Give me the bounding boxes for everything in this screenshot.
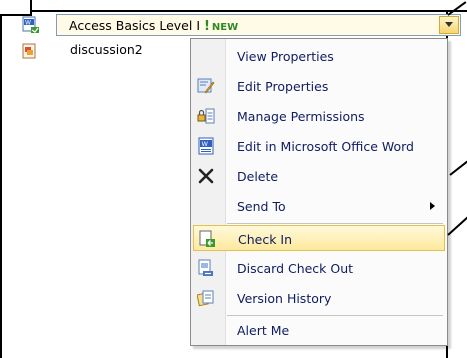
list-item[interactable]: W Access Basics Level I ! NEW	[14, 12, 464, 39]
frame-border-left	[0, 0, 2, 358]
list-item[interactable]: discussion2	[14, 40, 214, 60]
menu-item-version-history[interactable]: Version History	[193, 285, 445, 311]
menu-item-label: Send To	[237, 199, 286, 214]
menu-item-delete[interactable]: Delete	[193, 163, 445, 189]
menu-item-label: Alert Me	[237, 323, 290, 338]
word-icon: W	[198, 137, 214, 155]
new-badge: NEW	[211, 22, 239, 33]
menu-item-view-properties[interactable]: View Properties	[193, 43, 445, 69]
menu-separator	[227, 223, 443, 224]
discussion-item-icon	[22, 43, 36, 59]
menu-item-label: Version History	[237, 291, 332, 306]
title-field[interactable]: Access Basics Level I ! NEW	[56, 14, 461, 36]
screenshot-frame: W Access Basics Level I ! NEW discussion2…	[0, 0, 467, 358]
version-history-icon	[197, 290, 214, 307]
menu-item-edit-in-word[interactable]: W Edit in Microsoft Office Word	[193, 133, 445, 159]
menu-item-label: Check In	[238, 232, 293, 247]
menu-item-label: Edit in Microsoft Office Word	[237, 139, 414, 154]
svg-text:W: W	[25, 20, 31, 27]
document-title-label: Access Basics Level I	[69, 18, 200, 33]
chevron-down-icon	[445, 22, 453, 27]
word-document-checked-out-icon: W	[22, 16, 39, 33]
item-context-menu: View Properties Edit Properties Manage P…	[190, 38, 448, 346]
new-exclamation-icon: !	[203, 19, 210, 34]
check-in-icon	[199, 230, 215, 247]
callout-line	[447, 214, 467, 236]
menu-item-send-to[interactable]: Send To	[193, 193, 445, 219]
chevron-right-icon	[430, 202, 435, 210]
manage-permissions-icon	[197, 108, 215, 124]
menu-item-label: Manage Permissions	[237, 109, 365, 124]
edit-properties-icon	[197, 78, 215, 94]
menu-item-edit-properties[interactable]: Edit Properties	[193, 73, 445, 99]
menu-item-label: Discard Check Out	[237, 261, 354, 276]
menu-separator	[227, 315, 443, 316]
menu-item-manage-permissions[interactable]: Manage Permissions	[193, 103, 445, 129]
menu-item-label: Edit Properties	[237, 79, 329, 94]
callout-line	[449, 160, 467, 176]
discard-check-out-icon	[198, 259, 213, 276]
menu-item-discard-check-out[interactable]: Discard Check Out	[193, 255, 445, 281]
menu-item-alert-me[interactable]: Alert Me	[193, 317, 445, 343]
menu-item-label: Delete	[237, 169, 279, 184]
item-title[interactable]: discussion2	[70, 42, 143, 57]
menu-item-label: View Properties	[237, 49, 334, 64]
menu-item-check-in[interactable]: Check In	[193, 225, 445, 251]
document-title[interactable]: Access Basics Level I ! NEW	[69, 18, 238, 34]
item-menu-dropdown-button[interactable]	[439, 16, 459, 34]
delete-x-icon	[198, 168, 214, 184]
svg-text:W: W	[202, 140, 209, 148]
